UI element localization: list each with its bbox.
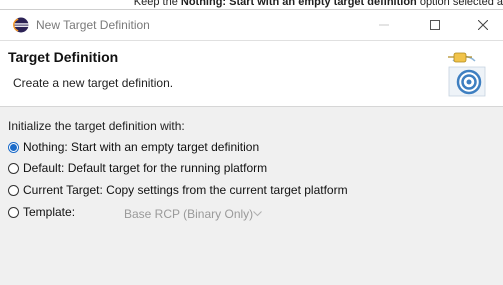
title-bar[interactable]: New Target Definition — [0, 10, 503, 41]
caption-prefix: Keep the — [133, 0, 181, 8]
maximize-icon — [430, 20, 440, 30]
chevron-down-icon — [253, 204, 263, 224]
wizard-banner: Target Definition Create a new target de… — [0, 41, 503, 107]
instruction-caption: Keep the Nothing: Start with an empty ta… — [0, 0, 503, 9]
radio-current-target[interactable] — [8, 184, 19, 196]
template-combo[interactable]: Base RCP (Binary Only) — [118, 204, 263, 224]
caption-bold-text: Nothing: Start with an empty target defi… — [180, 0, 417, 8]
option-current-target-label: Current Target: Copy settings from the c… — [23, 183, 348, 197]
option-nothing-label: Nothing: Start with an empty target defi… — [23, 140, 260, 154]
option-current-target[interactable]: Current Target: Copy settings from the c… — [8, 182, 348, 198]
option-default-label: Default: Default target for the running … — [23, 161, 268, 175]
option-template[interactable]: Template: — [8, 204, 75, 220]
option-nothing[interactable]: Nothing: Start with an empty target defi… — [8, 139, 259, 155]
maximize-button[interactable] — [415, 10, 455, 40]
radio-nothing[interactable] — [8, 141, 19, 153]
banner-description: Create a new target definition. — [13, 76, 174, 90]
banner-title: Target Definition — [8, 49, 119, 65]
radio-template[interactable] — [8, 206, 19, 218]
init-group-label: Initialize the target definition with: — [8, 119, 185, 133]
option-default[interactable]: Default: Default target for the running … — [8, 160, 267, 176]
eclipse-icon — [13, 17, 29, 33]
caption-suffix: option selected a — [416, 0, 503, 8]
target-definition-icon — [448, 52, 486, 97]
window-title: New Target Definition — [36, 18, 150, 32]
close-button[interactable] — [463, 10, 503, 40]
close-icon — [478, 20, 488, 30]
minimize-button[interactable] — [364, 10, 404, 40]
wizard-content: Initialize the target definition with: N… — [0, 107, 503, 285]
new-target-definition-dialog: New Target Definition Target Definition … — [0, 9, 503, 285]
template-combo-value: Base RCP (Binary Only) — [124, 207, 254, 221]
minimize-icon — [379, 24, 389, 26]
radio-default[interactable] — [8, 162, 19, 174]
option-template-label: Template: — [23, 205, 76, 219]
